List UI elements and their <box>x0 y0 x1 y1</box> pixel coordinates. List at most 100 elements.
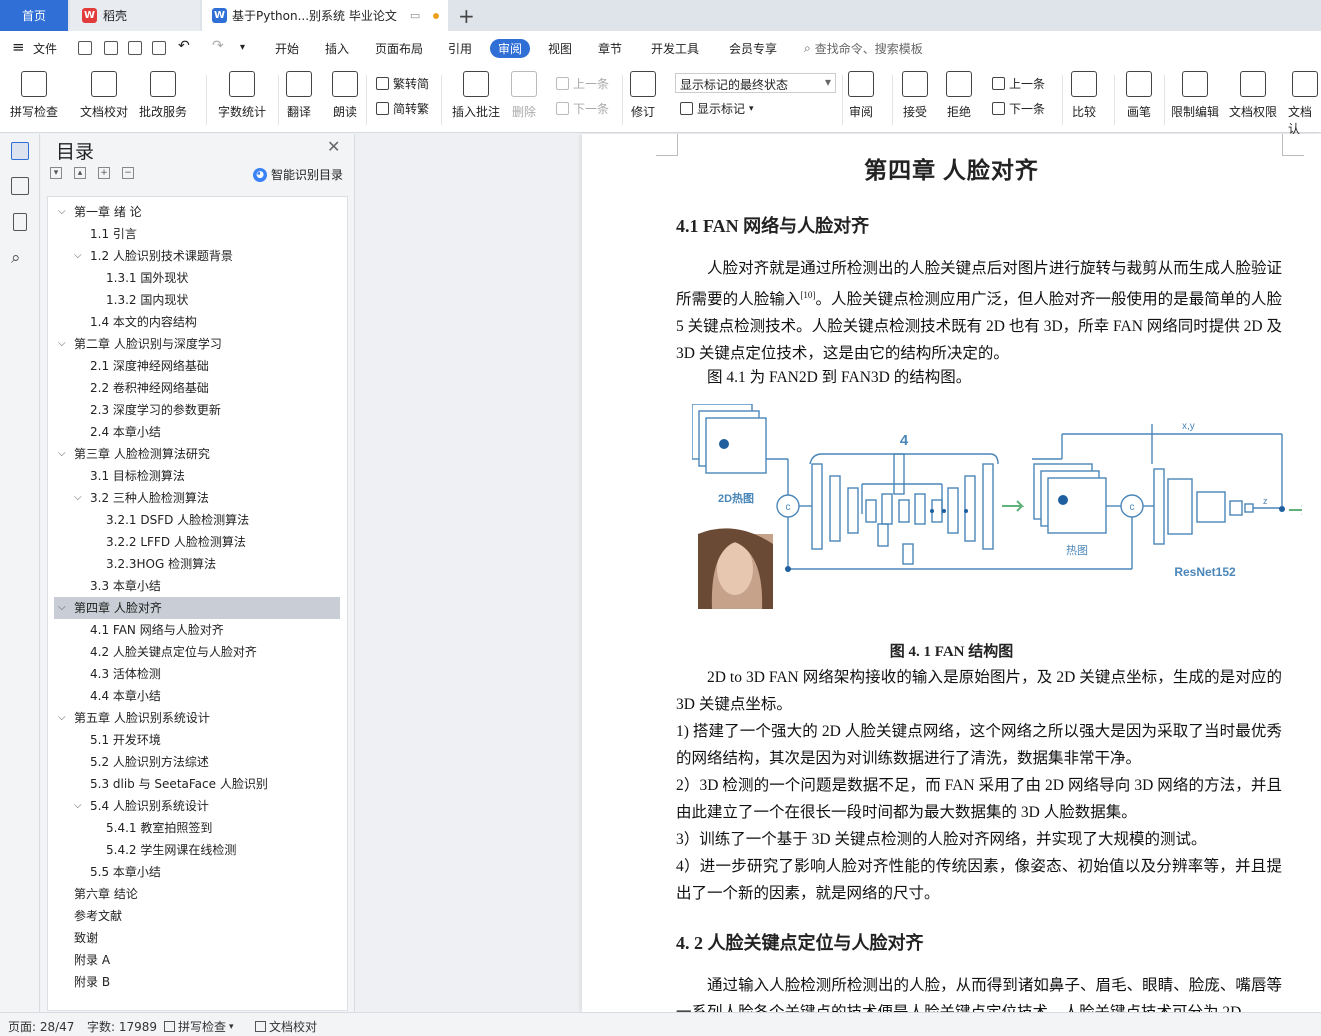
collapse-all-icon[interactable]: ▾ <box>50 167 62 179</box>
trad-to-simp-button[interactable]: 繁转简 <box>376 75 429 92</box>
toc-item[interactable]: ⌵ 1.2 人脸识别技术课题背景 <box>48 245 347 267</box>
toc-item[interactable]: 第六章 结论 <box>48 883 347 905</box>
outline-icon[interactable] <box>11 142 29 160</box>
toc-item[interactable]: 2.4 本章小结 <box>48 421 347 443</box>
export-icon[interactable] <box>104 41 118 55</box>
toc-item[interactable]: 3.3 本章小结 <box>48 575 347 597</box>
spell-check-toggle[interactable]: 拼写检查 ▾ <box>164 1018 234 1035</box>
page-indicator[interactable]: 页面: 28/47 <box>8 1018 74 1035</box>
tab-home[interactable]: 首页 <box>0 0 68 31</box>
toc-item[interactable]: 1.4 本文的内容结构 <box>48 311 347 333</box>
accept-button[interactable]: 接受 <box>902 71 928 120</box>
next-change-button[interactable]: 下一条 <box>992 100 1045 117</box>
hamburger-icon[interactable]: ≡ <box>12 38 25 56</box>
restrict-edit-button[interactable]: 限制编辑 <box>1171 71 1219 120</box>
quick-access-dropdown-icon[interactable]: ▾ <box>240 42 245 53</box>
menu-start[interactable]: 开始 <box>275 40 299 57</box>
search-icon[interactable]: ⌕ <box>11 248 21 268</box>
pen-button[interactable]: 画笔 <box>1126 71 1152 120</box>
bookmark-icon[interactable] <box>13 213 27 231</box>
toc-item[interactable]: 2.1 深度神经网络基础 <box>48 355 347 377</box>
new-tab-icon[interactable]: + <box>458 4 475 28</box>
batch-service-button[interactable]: 批改服务 <box>139 71 187 120</box>
expand-all-icon[interactable]: ▴ <box>74 167 86 179</box>
chevron-down-icon[interactable]: ⌵ <box>74 245 82 267</box>
doc-proof-status[interactable]: 文档校对 <box>255 1018 317 1035</box>
translate-button[interactable]: 翻译 <box>286 71 312 120</box>
word-count-indicator[interactable]: 字数: 17989 <box>87 1018 157 1035</box>
toc-item[interactable]: 2.2 卷积神经网络基础 <box>48 377 347 399</box>
toc-item[interactable]: 1.1 引言 <box>48 223 347 245</box>
chevron-down-icon[interactable]: ⌵ <box>74 795 82 817</box>
doc-proof-button[interactable]: 文档校对 <box>80 71 128 120</box>
track-changes-button[interactable]: 修订 <box>630 71 656 120</box>
chevron-down-icon[interactable]: ⌵ <box>58 707 66 729</box>
toc-item[interactable]: ⌵ 第三章 人脸检测算法研究 <box>48 443 347 465</box>
chevron-down-icon[interactable]: ⌵ <box>74 487 82 509</box>
menu-reference[interactable]: 引用 <box>448 40 472 57</box>
toc-item[interactable]: ⌵ 第一章 绪 论 <box>48 201 347 223</box>
toc-item[interactable]: ⌵ 5.4 人脸识别系统设计 <box>48 795 347 817</box>
toc-item[interactable]: 2.3 深度学习的参数更新 <box>48 399 347 421</box>
menu-member[interactable]: 会员专享 <box>729 40 777 57</box>
menu-insert[interactable]: 插入 <box>325 40 349 57</box>
chevron-down-icon[interactable]: ⌵ <box>58 597 66 619</box>
chevron-down-icon[interactable]: ⌵ <box>58 333 66 355</box>
smart-toc-button[interactable]: ◕ 智能识别目录 <box>253 166 343 183</box>
prev-comment-button[interactable]: 上一条 <box>556 75 609 92</box>
toc-item[interactable]: ⌵ 3.2 三种人脸检测算法 <box>48 487 347 509</box>
menu-developer[interactable]: 开发工具 <box>651 40 699 57</box>
review-pane-button[interactable]: 审阅 <box>848 71 874 120</box>
delete-comment-button[interactable]: 删除 <box>511 71 537 120</box>
monitor-icon[interactable]: ▭ <box>410 9 420 22</box>
word-count-button[interactable]: 字数统计 <box>218 71 266 120</box>
chevron-down-icon[interactable]: ⌵ <box>58 201 66 223</box>
command-search[interactable]: ⌕ 查找命令、搜索模板 <box>804 40 923 57</box>
doc-auth-button[interactable]: 文档认 <box>1288 71 1321 137</box>
citation[interactable]: [10] <box>800 290 815 300</box>
toc-item[interactable]: 3.2.2 LFFD 人脸检测算法 <box>48 531 347 553</box>
save-icon[interactable] <box>78 41 92 55</box>
tab-document[interactable]: W 基于Python...别系统 毕业论文 ▭ <box>202 0 448 31</box>
chevron-down-icon[interactable]: ⌵ <box>58 443 66 465</box>
print-icon[interactable] <box>128 41 142 55</box>
toc-item[interactable]: 附录 A <box>48 949 347 971</box>
prev-change-button[interactable]: 上一条 <box>992 75 1045 92</box>
menu-file[interactable]: 文件 <box>33 40 57 57</box>
toc-item[interactable]: ⌵ 第五章 人脸识别系统设计 <box>48 707 347 729</box>
menu-page-layout[interactable]: 页面布局 <box>375 40 423 57</box>
simp-to-trad-button[interactable]: 简转繁 <box>376 100 429 117</box>
menu-review[interactable]: 审阅 <box>490 39 531 58</box>
toc-item[interactable]: 4.1 FAN 网络与人脸对齐 <box>48 619 347 641</box>
spell-check-button[interactable]: 拼写检查 <box>10 71 58 120</box>
toc-item[interactable]: 5.1 开发环境 <box>48 729 347 751</box>
markup-state-select[interactable]: 显示标记的最终状态 <box>675 73 836 93</box>
show-markup-button[interactable]: 显示标记 ▾ <box>680 100 754 117</box>
toc-item[interactable]: ⌵ 第二章 人脸识别与深度学习 <box>48 333 347 355</box>
read-aloud-button[interactable]: 朗读 <box>332 71 358 120</box>
toc-item[interactable]: 1.3.1 国外现状 <box>48 267 347 289</box>
compare-button[interactable]: 比较 <box>1071 71 1097 120</box>
toc-item[interactable]: 5.3 dlib 与 SeetaFace 人脸识别 <box>48 773 347 795</box>
next-comment-button[interactable]: 下一条 <box>556 100 609 117</box>
toc-item[interactable]: 1.3.2 国内现状 <box>48 289 347 311</box>
toc-item[interactable]: 5.4.2 学生网课在线检测 <box>48 839 347 861</box>
toc-item[interactable]: 致谢 <box>48 927 347 949</box>
toc-item[interactable]: 5.5 本章小结 <box>48 861 347 883</box>
undo-icon[interactable]: ↶ <box>178 38 190 54</box>
toc-item[interactable]: 3.1 目标检测算法 <box>48 465 347 487</box>
document-page[interactable]: 第四章 人脸对齐 4.1 FAN 网络与人脸对齐 人脸对齐就是通过所检测出的人脸… <box>582 134 1321 1012</box>
menu-section[interactable]: 章节 <box>598 40 622 57</box>
reject-button[interactable]: 拒绝 <box>946 71 972 120</box>
doc-permission-button[interactable]: 文档权限 <box>1229 71 1277 120</box>
toc-item[interactable]: 参考文献 <box>48 905 347 927</box>
toc-item[interactable]: 4.2 人脸关键点定位与人脸对齐 <box>48 641 347 663</box>
toc-item[interactable]: 5.4.1 教室拍照签到 <box>48 817 347 839</box>
preview-icon[interactable] <box>152 41 166 55</box>
toc-item[interactable]: 5.2 人脸识别方法综述 <box>48 751 347 773</box>
toc-item[interactable]: ⌵ 第四章 人脸对齐 <box>54 597 340 619</box>
navigation-icon[interactable] <box>11 177 29 195</box>
toc-item[interactable]: 3.2.3HOG 检测算法 <box>48 553 347 575</box>
toc-item[interactable]: 4.4 本章小结 <box>48 685 347 707</box>
tab-daoke[interactable]: W 稻壳 <box>70 0 200 31</box>
